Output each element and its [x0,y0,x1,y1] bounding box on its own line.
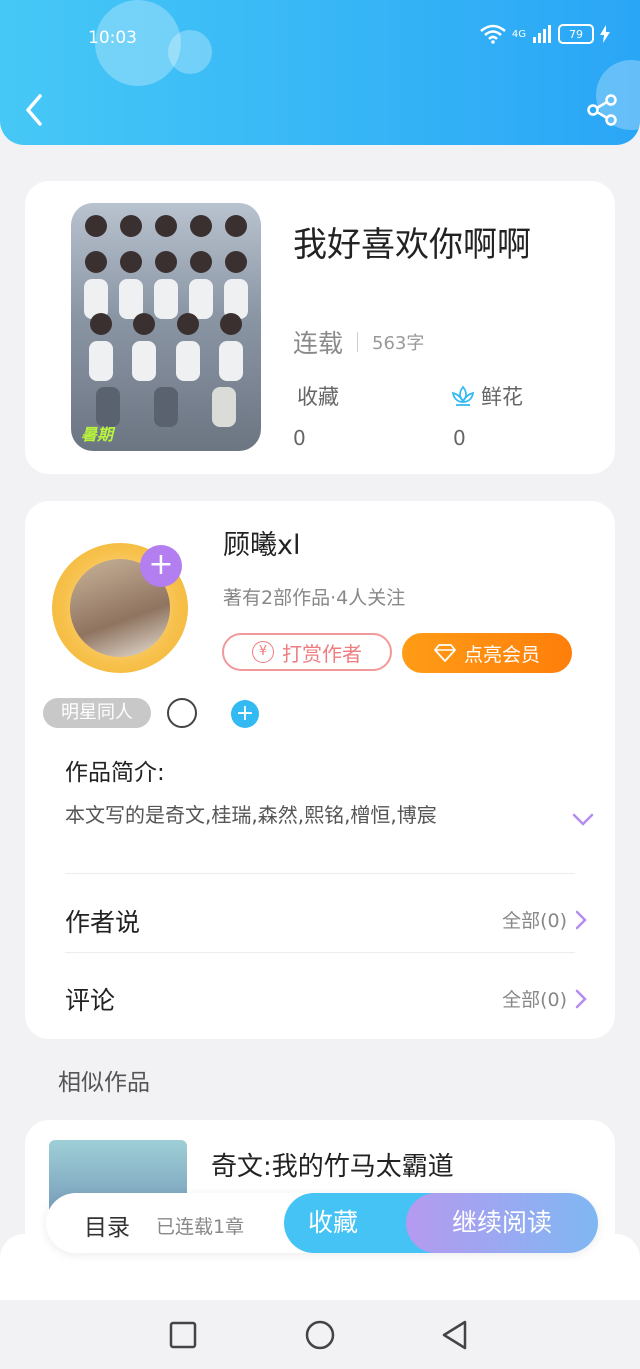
serial-status: 连载 [293,329,344,358]
back-nav-icon[interactable] [438,1318,472,1352]
author-meta: 著有2部作品·4人关注 [223,587,406,609]
flowers-value: 0 [453,426,466,450]
book-info-card: 暑期 我好喜欢你啊啊 连载 563字 收藏 鲜花 0 0 [25,181,615,474]
home-icon[interactable] [303,1318,337,1352]
yen-icon: ¥ [252,641,274,663]
comments-label: 评论 [65,986,116,1015]
tip-author-button[interactable]: ¥ 打赏作者 [222,633,392,671]
status-icons: 4G 79 [480,24,610,44]
vip-label: 点亮会员 [463,643,540,666]
diamond-icon [434,644,456,662]
author-name[interactable]: 顾曦xl [223,523,300,562]
favorites-label: 收藏 [297,385,339,409]
continue-reading-button[interactable]: 继续阅读 [406,1193,598,1253]
battery-icon: 79 [558,24,594,44]
book-title: 我好喜欢你啊啊 [293,225,531,265]
similar-title: 奇文:我的竹马太霸道 [211,1152,454,1182]
network-label: 4G [511,28,526,40]
flowers-stat[interactable]: 鲜花 [451,381,523,411]
action-bar: 目录 已连载1章 收藏 继续阅读 [46,1193,598,1253]
intro-label: 作品简介: [65,760,165,786]
back-button[interactable] [20,90,52,130]
favorites-value: 0 [293,426,306,450]
share-button[interactable] [584,92,620,128]
divider [65,873,575,874]
follow-author-button[interactable]: + [140,545,182,587]
intro-text: 本文写的是奇文,桂瑞,森然,熙铭,橧恒,博宸 [65,803,437,827]
vip-button[interactable]: 点亮会员 [402,633,572,673]
divider [357,332,359,352]
wifi-icon [480,24,506,44]
header-bar: 10:03 4G 79 [0,0,640,145]
toc-status: 已连载1章 [156,1216,245,1238]
charging-icon [600,25,610,43]
status-time: 10:03 [88,28,137,48]
divider [65,952,575,953]
signal-icon [533,25,551,43]
comments-all-link[interactable]: 全部(0) [502,985,587,1012]
system-nav-bar [0,1300,640,1369]
tip-author-label: 打赏作者 [282,641,362,666]
circle-icon[interactable] [167,698,197,728]
flowers-label: 鲜花 [481,385,523,409]
word-count: 563字 [372,333,425,354]
genre-tag[interactable]: 明星同人 [43,698,151,728]
similar-section-title: 相似作品 [58,1070,150,1096]
chevron-down-icon[interactable] [572,813,594,827]
author-says-label: 作者说 [65,908,141,937]
comments-count: 全部(0) [502,989,567,1011]
decor-bubble [168,30,212,74]
author-card: + 顾曦xl 著有2部作品·4人关注 ¥ 打赏作者 点亮会员 明星同人 + 作品… [25,501,615,1039]
book-status-line: 连载 563字 [293,324,424,360]
chevron-right-icon [575,910,587,929]
author-says-all-link[interactable]: 全部(0) [502,906,587,933]
chevron-right-icon [575,989,587,1008]
lotus-icon [451,385,475,406]
add-tag-button[interactable]: + [231,700,259,728]
book-cover[interactable]: 暑期 [71,203,261,451]
cover-tag: 暑期 [81,425,114,444]
author-says-count: 全部(0) [502,910,567,932]
recent-apps-icon[interactable] [166,1318,200,1352]
toc-button[interactable]: 目录 [84,1208,130,1242]
